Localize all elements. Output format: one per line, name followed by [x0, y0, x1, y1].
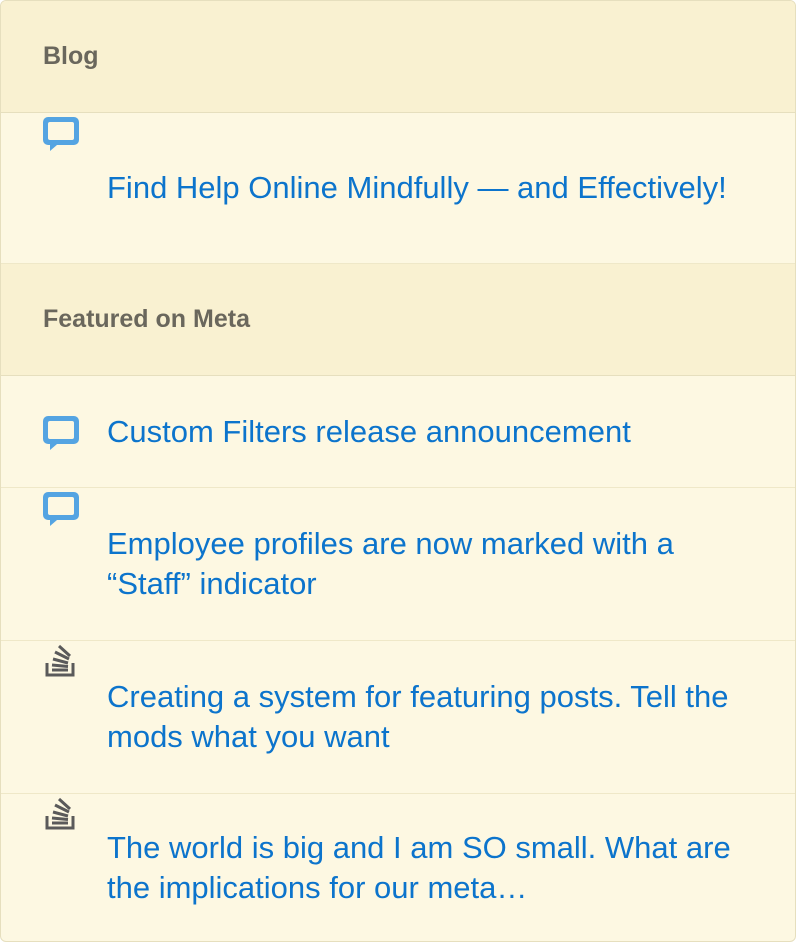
sidebar-widget: Blog Find Help Online Mindfully — and Ef… — [0, 0, 796, 942]
meta-post-link[interactable]: Custom Filters release announcement — [107, 412, 631, 452]
chat-bubble-icon — [41, 488, 81, 528]
chat-bubble-icon — [41, 113, 81, 153]
blog-header-label: Blog — [43, 42, 99, 70]
meta-post-link[interactable]: The world is big and I am SO small. What… — [107, 828, 755, 908]
list-item: Creating a system for featuring posts. T… — [1, 641, 795, 794]
meta-post-link[interactable]: Creating a system for featuring posts. T… — [107, 677, 755, 757]
featured-on-meta-header: Featured on Meta — [1, 264, 795, 376]
stack-exchange-icon — [41, 641, 81, 681]
list-item: Custom Filters release announcement — [1, 376, 795, 488]
stack-exchange-icon — [41, 794, 81, 834]
list-item: Find Help Online Mindfully — and Effecti… — [1, 113, 795, 264]
chat-bubble-icon — [41, 412, 81, 452]
list-item: The world is big and I am SO small. What… — [1, 794, 795, 941]
meta-header-label: Featured on Meta — [43, 305, 250, 333]
meta-post-link[interactable]: Employee profiles are now marked with a … — [107, 524, 755, 604]
blog-post-link[interactable]: Find Help Online Mindfully — and Effecti… — [107, 168, 727, 208]
blog-section-header: Blog — [1, 1, 795, 113]
list-item: Employee profiles are now marked with a … — [1, 488, 795, 641]
